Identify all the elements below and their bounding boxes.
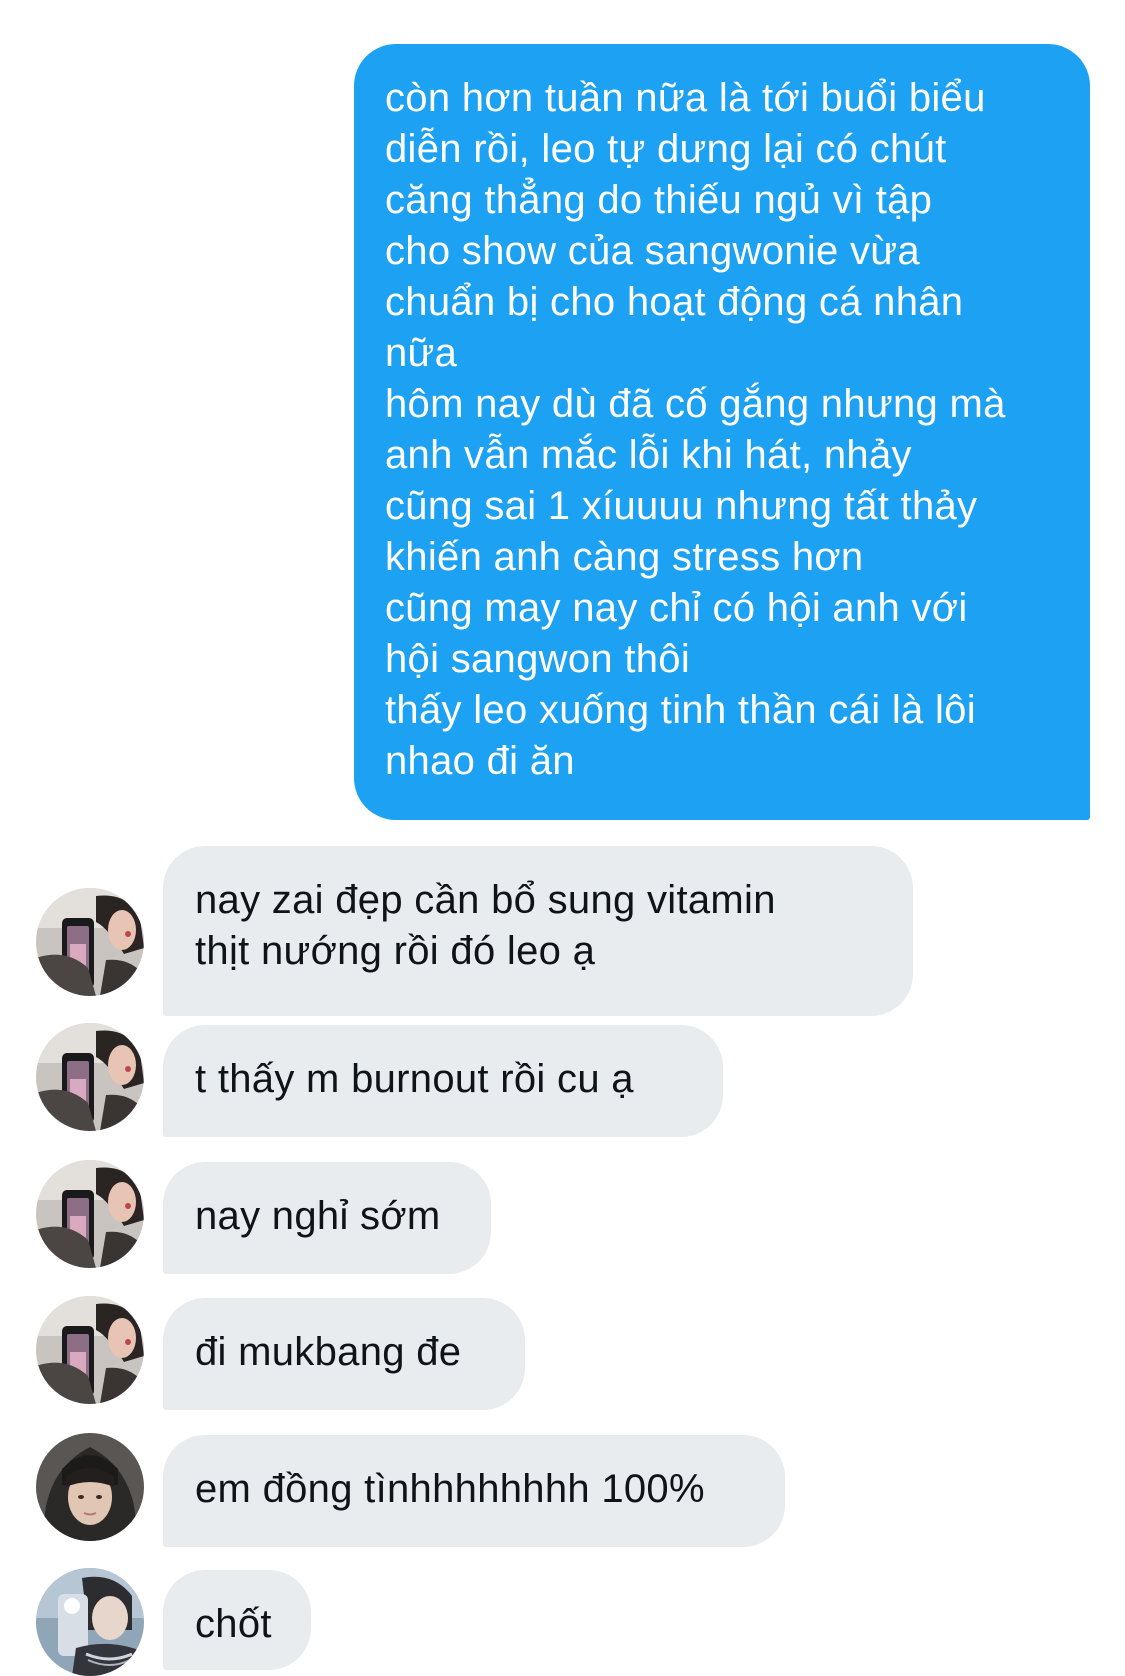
incoming-message-bubble[interactable]: t thấy m burnout rồi cu ạ bbox=[163, 1025, 723, 1137]
message-text-line: t thấy m burnout rồi cu ạ bbox=[195, 1057, 634, 1101]
message-text-line: cho show của sangwonie vừa bbox=[385, 229, 920, 273]
message-text-line: thịt nướng rồi đó leo ạ bbox=[195, 929, 596, 973]
mirror-selfie-avatar-icon[interactable] bbox=[36, 888, 144, 996]
message-text-line: chốt bbox=[195, 1602, 272, 1646]
message-text-line: đi mukbang đe bbox=[195, 1330, 462, 1374]
incoming-message-bubble[interactable]: nay zai đẹp cần bổ sung vitamin thịt nướ… bbox=[163, 846, 913, 1016]
mirror-selfie-avatar-icon[interactable] bbox=[36, 1296, 144, 1404]
incoming-message-bubble[interactable]: chốt bbox=[163, 1570, 311, 1670]
message-text-line: cũng sai 1 xíuuuu nhưng tất thảy bbox=[385, 484, 978, 528]
message-text-line: còn hơn tuần nữa là tới buổi biểu bbox=[385, 76, 986, 120]
phone-selfie-avatar-icon[interactable] bbox=[36, 1568, 144, 1676]
message-text-line: thấy leo xuống tinh thần cái là lôi bbox=[385, 688, 976, 732]
mirror-selfie-avatar-icon[interactable] bbox=[36, 1160, 144, 1268]
mirror-selfie-avatar-icon[interactable] bbox=[36, 1023, 144, 1131]
message-text-line: nay nghỉ sớm bbox=[195, 1194, 441, 1238]
message-text-line: chuẩn bị cho hoạt động cá nhân bbox=[385, 280, 964, 324]
message-text-line: hội sangwon thôi bbox=[385, 637, 691, 681]
incoming-message-bubble[interactable]: đi mukbang đe bbox=[163, 1298, 525, 1410]
message-text-line: nay zai đẹp cần bổ sung vitamin bbox=[195, 878, 776, 922]
message-thread: còn hơn tuần nữa là tới buổi biểu diễn r… bbox=[0, 0, 1125, 1676]
hooded-portrait-avatar-icon[interactable] bbox=[36, 1433, 144, 1541]
message-text-line: em đồng tìnhhhhhhhh 100% bbox=[195, 1467, 705, 1511]
message-text-line: cũng may nay chỉ có hội anh với bbox=[385, 586, 968, 630]
message-text-line: anh vẫn mắc lỗi khi hát, nhảy bbox=[385, 433, 912, 477]
incoming-message-bubble[interactable]: nay nghỉ sớm bbox=[163, 1162, 491, 1274]
message-text-line: diễn rồi, leo tự dưng lại có chút bbox=[385, 127, 947, 171]
message-text-line: nữa bbox=[385, 331, 458, 375]
message-text-line: hôm nay dù đã cố gắng nhưng mà bbox=[385, 382, 1006, 426]
message-text-line: khiến anh càng stress hơn bbox=[385, 535, 864, 579]
incoming-message-bubble[interactable]: em đồng tìnhhhhhhhh 100% bbox=[163, 1435, 785, 1547]
outgoing-message-bubble[interactable]: còn hơn tuần nữa là tới buổi biểu diễn r… bbox=[354, 44, 1090, 820]
message-text-line: nhao đi ăn bbox=[385, 739, 575, 783]
message-text-line: căng thẳng do thiếu ngủ vì tập bbox=[385, 178, 933, 222]
